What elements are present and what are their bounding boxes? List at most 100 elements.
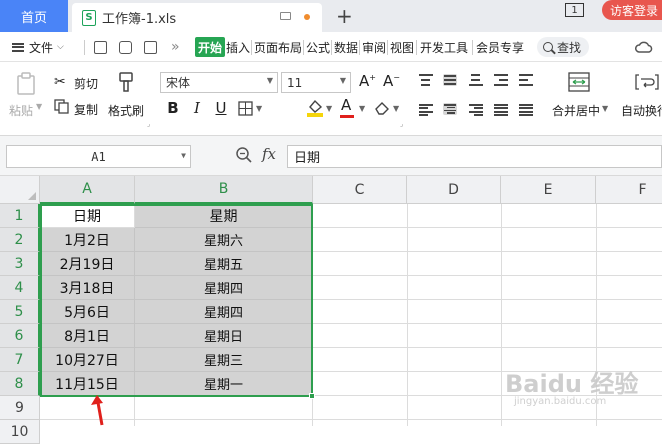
format-painter-icon[interactable] <box>117 71 135 95</box>
shrink-font-button[interactable]: A− <box>383 72 400 90</box>
chevron-down-icon[interactable]: ▼ <box>602 104 608 113</box>
align-middle-icon[interactable] <box>443 74 457 86</box>
select-all-corner[interactable] <box>0 176 40 204</box>
fill-color-icon[interactable] <box>306 98 324 118</box>
annotation-arrow-icon <box>91 395 104 426</box>
copy-icon <box>54 99 69 114</box>
tab-start[interactable]: 开始 <box>195 37 226 57</box>
chevron-down-icon[interactable]: ▼ <box>36 102 42 111</box>
align-left-icon[interactable] <box>419 104 433 116</box>
font-color-swatch <box>340 115 354 118</box>
divider <box>251 40 252 55</box>
divider <box>331 40 332 55</box>
tab-member[interactable]: 会员专享 <box>476 32 524 62</box>
window-count-badge[interactable]: 1 <box>565 3 584 17</box>
column-header-b[interactable]: B <box>135 176 313 204</box>
tab-developer[interactable]: 开发工具 <box>420 32 468 62</box>
divider <box>303 40 304 55</box>
distributed-align-icon[interactable] <box>519 104 533 116</box>
bold-button[interactable]: B <box>164 99 182 117</box>
chevron-down-icon: ▼ <box>266 76 273 85</box>
align-bottom-icon[interactable] <box>469 74 483 86</box>
justify-icon[interactable] <box>494 104 508 116</box>
column-header-a[interactable]: A <box>40 176 135 204</box>
auto-wrap-icon[interactable] <box>635 72 659 92</box>
copy-button[interactable]: 复制 <box>74 101 98 118</box>
chevron-down-icon: ▼ <box>181 151 186 160</box>
border-icon[interactable] <box>238 101 253 116</box>
tab-insert[interactable]: 插入 <box>226 32 250 62</box>
chevron-down-icon[interactable]: ▼ <box>393 104 399 113</box>
font-size-select[interactable]: 11 ▼ <box>281 72 351 93</box>
chevron-down-icon[interactable]: ▼ <box>326 104 332 113</box>
font-expand-icon[interactable]: ⌟ <box>400 120 403 128</box>
column-header-e[interactable]: E <box>501 176 596 204</box>
ribbon-toolbar: 粘贴 ▼ ✂ 剪切 复制 格式刷 ⌟ 宋体 ▼ 11 ▼ A+ A− B I U… <box>0 62 662 136</box>
align-right-icon[interactable] <box>469 104 483 116</box>
hamburger-icon <box>12 42 24 52</box>
paste-icon[interactable] <box>16 72 36 96</box>
watermark-logo: Baidu 经验 <box>505 370 639 398</box>
formula-bar: A1 ▼ 日期 <box>0 136 662 176</box>
paste-label[interactable]: 粘贴 <box>9 102 33 119</box>
watermark-url: jingyan.baidu.com <box>514 396 607 407</box>
merge-center-icon[interactable] <box>568 72 590 92</box>
cut-button[interactable]: 剪切 <box>74 75 98 92</box>
file-menu[interactable]: 文件 ⌵ <box>12 32 64 62</box>
increase-indent-icon[interactable] <box>519 74 533 86</box>
tab-review[interactable]: 审阅 <box>362 32 386 62</box>
format-painter-button[interactable]: 格式刷 <box>108 102 144 119</box>
save-icon[interactable] <box>94 41 107 54</box>
underline-button[interactable]: U <box>212 99 230 117</box>
tab-data[interactable]: 数据 <box>334 32 358 62</box>
monitor-icon[interactable] <box>280 12 291 20</box>
search-label: 查找 <box>557 40 582 55</box>
scissors-icon: ✂ <box>54 74 66 90</box>
spreadsheet-icon: S <box>82 9 96 26</box>
search-button[interactable]: 查找 <box>537 37 589 57</box>
cloud-icon[interactable] <box>635 40 653 54</box>
document-name: 工作簿-1.xls <box>102 12 177 27</box>
chevron-down-icon[interactable]: ▼ <box>359 104 365 113</box>
clipboard-expand-icon[interactable]: ⌟ <box>147 120 150 128</box>
auto-wrap-button[interactable]: 自动换行 <box>621 102 662 119</box>
eraser-icon[interactable] <box>374 100 390 115</box>
print-icon[interactable] <box>119 41 132 54</box>
tab-home[interactable]: 首页 <box>0 0 68 32</box>
align-top-icon[interactable] <box>419 74 433 86</box>
more-menu-button[interactable]: » <box>171 32 180 62</box>
tab-view[interactable]: 视图 <box>390 32 414 62</box>
menu-bar: 文件 ⌵ » 开始 插入 页面布局 公式 数据 审阅 视图 开发工具 会员专享 … <box>0 32 662 62</box>
visitor-login-button[interactable]: 访客登录 <box>602 0 662 20</box>
tab-page-layout[interactable]: 页面布局 <box>254 32 302 62</box>
file-menu-label: 文件 <box>29 40 54 55</box>
insert-function-button[interactable]: fx <box>262 145 276 163</box>
chevron-down-icon[interactable]: ▼ <box>256 104 262 113</box>
new-tab-button[interactable]: + <box>336 4 353 28</box>
chevron-down-icon: ⌵ <box>57 42 64 52</box>
font-color-button[interactable]: A <box>341 96 351 114</box>
tab-formulas[interactable]: 公式 <box>306 32 330 62</box>
column-header-c[interactable]: C <box>313 176 407 204</box>
merge-center-button[interactable]: 合并居中 <box>552 102 600 119</box>
unsaved-dot-icon <box>304 14 310 20</box>
font-name-value: 宋体 <box>166 76 191 90</box>
divider <box>359 40 360 55</box>
tab-document[interactable]: S 工作簿-1.xls <box>72 3 322 32</box>
formula-input[interactable]: 日期 <box>287 145 662 168</box>
search-icon <box>543 42 553 52</box>
grow-font-button[interactable]: A+ <box>359 72 376 90</box>
name-box[interactable]: A1 ▼ <box>6 145 191 168</box>
font-name-select[interactable]: 宋体 ▼ <box>160 72 278 93</box>
column-header-d[interactable]: D <box>407 176 501 204</box>
zoom-icon[interactable] <box>235 146 253 164</box>
column-header-f[interactable]: F <box>596 176 662 204</box>
fill-handle[interactable] <box>309 393 315 399</box>
divider <box>472 40 473 55</box>
divider <box>387 40 388 55</box>
decrease-indent-icon[interactable] <box>494 74 508 86</box>
italic-button[interactable]: I <box>188 99 206 117</box>
divider <box>84 40 85 55</box>
align-center-icon[interactable] <box>443 103 457 115</box>
print-preview-icon[interactable] <box>144 41 157 54</box>
